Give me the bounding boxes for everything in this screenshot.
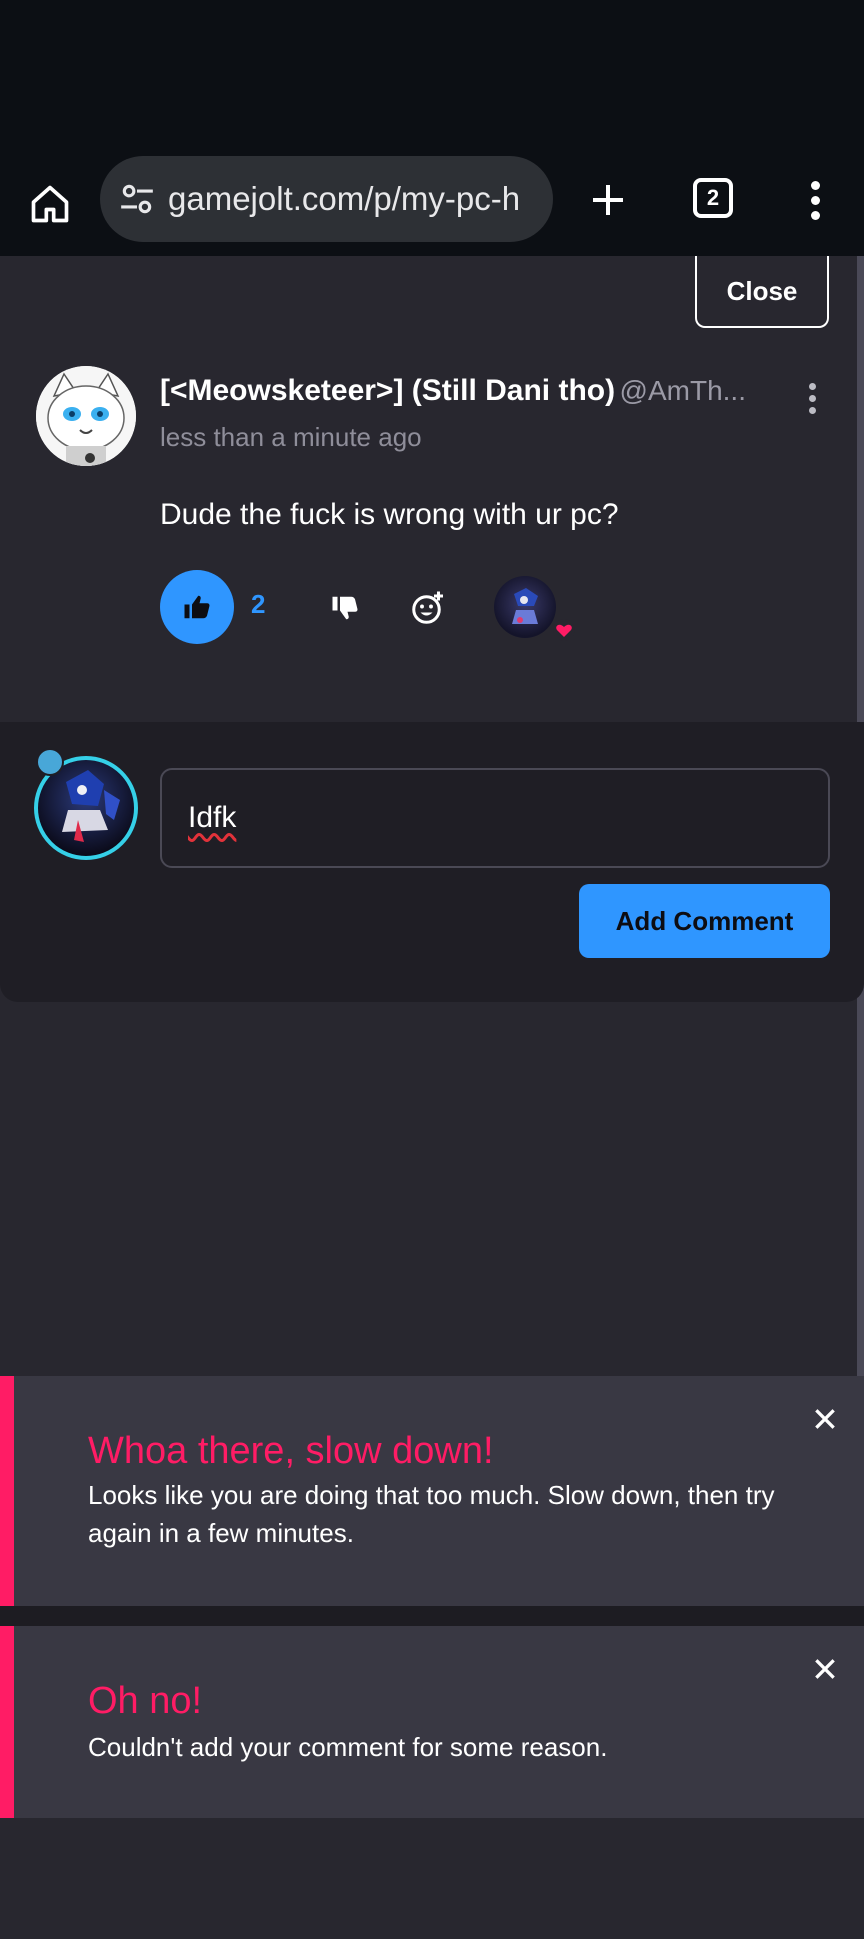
cat-avatar-icon: [36, 366, 136, 466]
toast-title: Whoa there, slow down!: [88, 1430, 494, 1472]
comment-body: Dude the fuck is wrong with ur pc?: [160, 498, 619, 531]
address-bar[interactable]: gamejolt.com/p/my-pc-h: [100, 156, 553, 242]
plus-icon: [593, 185, 623, 215]
site-settings-icon[interactable]: [118, 180, 156, 218]
close-icon: [815, 1659, 835, 1679]
tab-switcher-button[interactable]: 2: [693, 178, 733, 218]
user-badge-icon: [36, 748, 64, 776]
menu-dot-icon: [810, 180, 820, 190]
emoji-add-icon: [412, 591, 443, 624]
error-toast: Whoa there, slow down! Looks like you ar…: [0, 1376, 864, 1606]
url-text: gamejolt.com/p/my-pc-h: [168, 180, 521, 217]
supporter-avatar[interactable]: [494, 576, 556, 638]
comment-card: [<Meowsketeer>] (Still Dani tho) @AmTh..…: [0, 330, 857, 720]
toast-close-button[interactable]: [808, 1402, 842, 1436]
close-icon: [815, 1409, 835, 1429]
author-avatar[interactable]: [36, 366, 136, 466]
thumbs-up-icon: [184, 595, 210, 619]
new-tab-button[interactable]: [580, 172, 636, 228]
like-count[interactable]: 2: [251, 589, 265, 620]
menu-dot-icon: [808, 382, 816, 390]
comment-input-value: Idfk: [188, 801, 237, 834]
author-handle[interactable]: @AmTh...: [620, 375, 746, 406]
add-comment-button[interactable]: Add Comment: [579, 884, 830, 958]
browser-toolbar: gamejolt.com/p/my-pc-h 2: [0, 152, 864, 256]
toast-divider: [0, 1606, 864, 1626]
comment-input[interactable]: Idfk: [160, 768, 830, 868]
home-icon: [31, 185, 69, 223]
status-bar-area: [0, 0, 864, 152]
dislike-button[interactable]: [325, 588, 365, 628]
toast-message: Couldn't add your comment for some reaso…: [88, 1732, 608, 1762]
comment-options-button[interactable]: [800, 378, 824, 418]
toast-title: Oh no!: [88, 1680, 203, 1722]
menu-dot-icon: [808, 394, 816, 402]
like-button[interactable]: [160, 570, 234, 644]
menu-dot-icon: [810, 195, 820, 205]
add-reaction-button[interactable]: [406, 586, 450, 630]
thumbs-down-icon: [332, 596, 358, 620]
supporter-avatar-icon: [512, 588, 538, 624]
close-button[interactable]: Close: [695, 256, 829, 328]
home-button[interactable]: [22, 176, 78, 232]
comment-timestamp[interactable]: less than a minute ago: [160, 422, 422, 453]
toast-message: Looks like you are doing that too much. …: [88, 1480, 775, 1548]
reply-panel: Idfk Add Comment: [0, 722, 864, 1002]
toast-close-button[interactable]: [808, 1652, 842, 1686]
browser-menu-button[interactable]: [800, 172, 830, 228]
author-line: [<Meowsketeer>] (Still Dani tho) @AmTh..…: [160, 374, 780, 408]
heart-icon: [552, 618, 576, 642]
menu-dot-icon: [808, 406, 816, 414]
error-toast: Oh no! Couldn't add your comment for som…: [0, 1626, 864, 1818]
menu-dot-icon: [810, 210, 820, 220]
author-name[interactable]: [<Meowsketeer>] (Still Dani tho): [160, 374, 615, 407]
